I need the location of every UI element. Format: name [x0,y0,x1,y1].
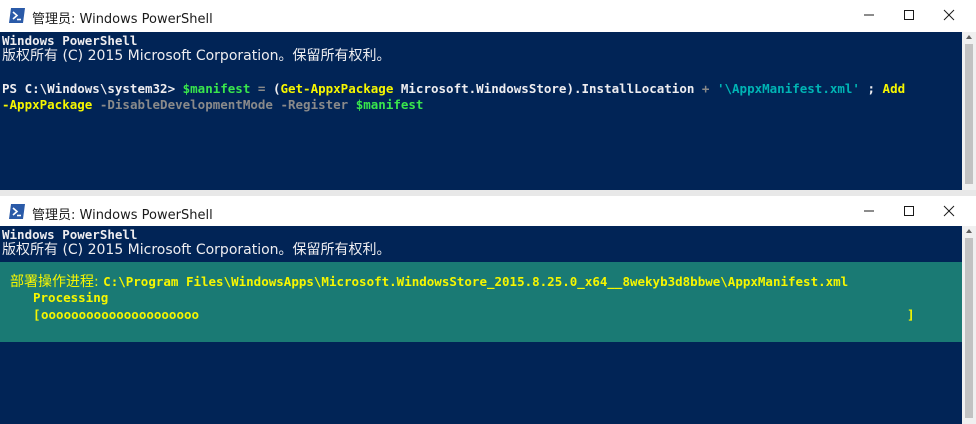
close-icon [943,9,955,21]
close-icon [943,205,955,217]
close-button[interactable] [926,0,972,30]
title-bar[interactable]: 管理员: Windows PowerShell [0,196,976,226]
operator-plus: + [694,81,717,96]
install-location-member: ).InstallLocation [566,81,695,96]
param-register: -Register [272,97,349,112]
command-line-1: PS C:\Windows\system32> $manifest = (Get… [2,81,905,97]
variable-manifest: $manifest [182,81,251,96]
variable-manifest-2: $manifest [348,97,424,112]
progress-panel: 部署操作进程: C:\Program Files\WindowsApps\Mic… [0,262,962,342]
scrollbar-thumb[interactable] [965,238,973,418]
window-title: 管理员: Windows PowerShell [32,208,213,223]
cmdlet-add-part2: -AppxPackage [2,97,93,112]
argument-package-name: Microsoft.WindowsStore [393,81,567,96]
banner-line-1: Windows PowerShell [2,227,138,242]
cmdlet-add-part1: Add [882,81,906,96]
scroll-up-icon[interactable] [965,227,973,235]
activity-path: C:\Program Files\WindowsApps\Microsoft.W… [103,274,849,289]
progress-activity: 部署操作进程: C:\Program Files\WindowsApps\Mic… [10,274,848,290]
title-bar[interactable]: 管理员: Windows PowerShell [0,0,976,32]
progress-bar-open: [ [33,307,41,322]
window-title: 管理员: Windows PowerShell [32,12,213,27]
param-disable-dev-mode: -DisableDevelopmentMode [92,97,273,112]
progress-bar-close: ] [907,307,915,322]
minimize-icon [864,14,874,16]
vertical-scrollbar[interactable] [962,226,976,424]
banner-line-1: Windows PowerShell [2,33,138,48]
powershell-icon [9,8,25,23]
close-button[interactable] [926,196,972,226]
progress-bar-fill: ooooooooooooooooooooo [41,307,200,322]
string-literal: '\AppxManifest.xml' [716,81,860,96]
console-output[interactable]: Windows PowerShell 版权所有 (C) 2015 Microso… [0,226,962,424]
command-line-2: -AppxPackage -DisableDevelopmentMode -Re… [2,97,423,113]
vertical-scrollbar[interactable] [962,32,976,190]
powershell-window-2: 管理员: Windows PowerShell Windows PowerShe… [0,196,976,424]
scroll-up-icon[interactable] [965,33,973,41]
maximize-icon [904,206,914,216]
scrollbar-thumb[interactable] [965,44,973,184]
activity-label: 部署操作进程: [10,274,104,290]
progress-status: Processing [33,290,109,305]
powershell-window-1: 管理员: Windows PowerShell Windows PowerShe… [0,0,976,190]
cmdlet-get-appxpackage: Get-AppxPackage [280,81,394,96]
maximize-icon [904,10,914,20]
operator-equals: = [250,81,273,96]
prompt: PS C:\Windows\system32> [2,81,183,96]
banner-line-2: 版权所有 (C) 2015 Microsoft Corporation。保留所有… [2,242,391,258]
banner-line-2: 版权所有 (C) 2015 Microsoft Corporation。保留所有… [2,48,391,64]
minimize-icon [864,210,874,212]
console-output[interactable]: Windows PowerShell 版权所有 (C) 2015 Microso… [0,32,962,190]
semicolon: ; [859,81,883,96]
powershell-icon [9,204,25,219]
